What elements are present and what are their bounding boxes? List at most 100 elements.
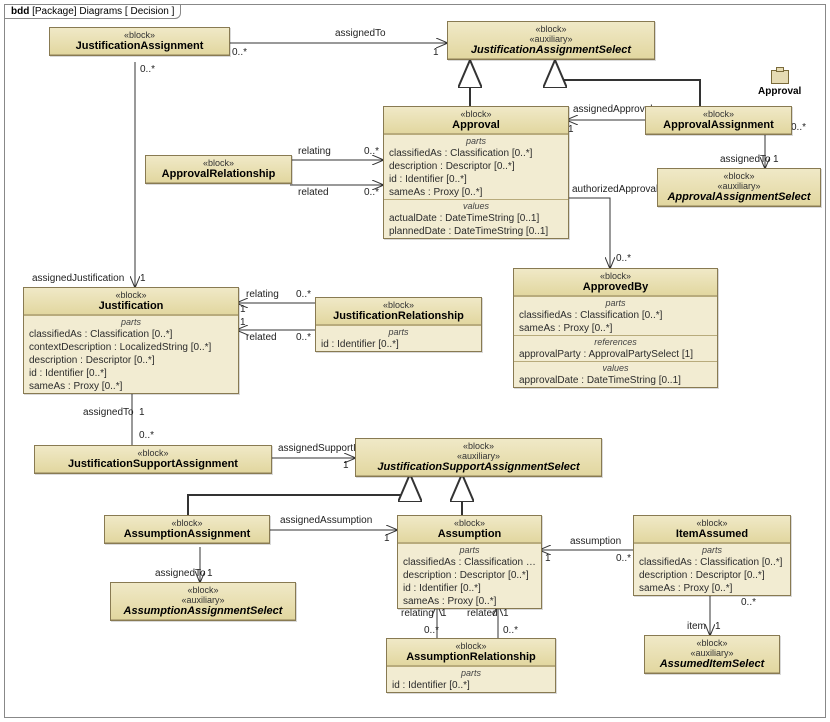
block-approved-by: «block»ApprovedBy parts classifiedAs : C… [513, 268, 718, 388]
attr: contextDescription : LocalizedString [0.… [24, 341, 238, 354]
mult: 0..* [364, 187, 379, 198]
mult: 1 [343, 460, 349, 471]
mult: 0..* [296, 332, 311, 343]
mult: 0..* [232, 47, 247, 58]
attr: sameAs : Proxy [0..*] [384, 186, 568, 199]
stereotype: «block» [650, 109, 787, 119]
attr: description : Descriptor [0..*] [24, 354, 238, 367]
lbl-related-2: related [246, 332, 277, 343]
attr: classifiedAs : Classification [0..*] [398, 556, 541, 569]
mult: 0..* [139, 430, 154, 441]
mult: 1 [240, 304, 246, 315]
attr: id : Identifier [0..*] [398, 582, 541, 595]
lbl-assignedAssumption: assignedAssumption [280, 515, 372, 526]
block-jsa-select: «block»«auxiliary»JustificationSupportAs… [355, 438, 602, 477]
name: AssumedItemSelect [649, 658, 775, 670]
attr: id : Identifier [0..*] [24, 367, 238, 380]
stereotype: «block» [649, 638, 775, 648]
block-justification-support-assignment: «block»JustificationSupportAssignment [34, 445, 272, 474]
lbl-related-3: related [467, 608, 498, 619]
approval-package-icon: Approval [758, 70, 801, 97]
section-references: references [514, 336, 717, 348]
block-assumption: «block»Assumption parts classifiedAs : C… [397, 515, 542, 609]
mult: 0..* [364, 146, 379, 157]
attr: approvalParty : ApprovalPartySelect [1] [514, 348, 717, 361]
attr: classifiedAs : Classification [0..*] [24, 328, 238, 341]
mult: 0..* [616, 553, 631, 564]
stereotype: «block» [638, 518, 786, 528]
mult: 1 [240, 317, 246, 328]
name: Approval [388, 119, 564, 131]
mult: 1 [140, 273, 146, 284]
section-parts: parts [24, 316, 238, 328]
mult: 1 [545, 553, 551, 564]
mult: 0..* [503, 625, 518, 636]
name: AssumptionAssignmentSelect [115, 605, 291, 617]
attr: classifiedAs : Classification [0..*] [384, 147, 568, 160]
lbl-assignedTo-4: assignedTo [155, 568, 206, 579]
stereotype: «auxiliary» [649, 648, 775, 658]
stereotype: «auxiliary» [115, 595, 291, 605]
stereotype: «block» [150, 158, 287, 168]
frame-scope: [Package] Diagrams [ Decision ] [32, 6, 174, 17]
name: JustificationAssignment [54, 40, 225, 52]
lbl-related: related [298, 187, 329, 198]
attr: sameAs : Proxy [0..*] [634, 582, 790, 595]
block-assumed-item-select: «block»«auxiliary»AssumedItemSelect [644, 635, 780, 674]
name: ItemAssumed [638, 528, 786, 540]
lbl-assignedTo-3: assignedTo [83, 407, 134, 418]
mult: 1 [715, 621, 721, 632]
lbl-assumption: assumption [570, 536, 621, 547]
lbl-assignedTo-2: assignedTo [720, 154, 771, 165]
block-assumption-assignment-select: «block»«auxiliary»AssumptionAssignmentSe… [110, 582, 296, 621]
mult: 0..* [296, 289, 311, 300]
lbl-relating-2: relating [246, 289, 279, 300]
block-justification: «block»Justification parts classifiedAs … [23, 287, 239, 394]
attr: approvalDate : DateTimeString [0..1] [514, 374, 717, 387]
mult: 0..* [741, 597, 756, 608]
mult: 1 [433, 47, 439, 58]
attr: actualDate : DateTimeString [0..1] [384, 212, 568, 225]
lbl-item: item [687, 621, 706, 632]
lbl-authorizedApproval: authorizedApproval [572, 184, 658, 195]
attr: description : Descriptor [0..*] [384, 160, 568, 173]
attr: classifiedAs : Classification [0..*] [514, 309, 717, 322]
section-parts: parts [398, 544, 541, 556]
attr: id : Identifier [0..*] [316, 338, 481, 351]
block-approval-assignment: «block»ApprovalAssignment [645, 106, 792, 135]
attr: description : Descriptor [0..*] [634, 569, 790, 582]
section-parts: parts [514, 297, 717, 309]
section-parts: parts [316, 326, 481, 338]
block-assumption-assignment: «block»AssumptionAssignment [104, 515, 270, 544]
mult: 0..* [616, 253, 631, 264]
name: AssumptionAssignment [109, 528, 265, 540]
mult: 1 [139, 407, 145, 418]
lbl-relating-3: relating [401, 608, 434, 619]
stereotype: «block» [109, 518, 265, 528]
frame-prefix: bdd [11, 6, 29, 17]
lbl-assignedApproval: assignedApproval [573, 104, 653, 115]
stereotype: «auxiliary» [452, 34, 650, 44]
attr: classifiedAs : Classification [0..*] [634, 556, 790, 569]
mult: 1 [773, 154, 779, 165]
stereotype: «block» [320, 300, 477, 310]
name: JustificationRelationship [320, 310, 477, 322]
block-approval-assignment-select: «block»«auxiliary»ApprovalAssignmentSele… [657, 168, 821, 207]
mult: 1 [441, 608, 447, 619]
name: JustificationSupportAssignment [39, 458, 267, 470]
approval-icon-label: Approval [758, 86, 801, 97]
section-parts: parts [634, 544, 790, 556]
name: AssumptionRelationship [391, 651, 551, 663]
lbl-assignedJustification: assignedJustification [32, 273, 124, 284]
mult: 1 [207, 568, 213, 579]
block-justification-assignment: «block»JustificationAssignment [49, 27, 230, 56]
stereotype: «block» [402, 518, 537, 528]
stereotype: «block» [518, 271, 713, 281]
stereotype: «block» [39, 448, 267, 458]
block-assumption-relationship: «block»AssumptionRelationship parts id :… [386, 638, 556, 693]
section-parts: parts [384, 135, 568, 147]
lbl-assignedTo-1: assignedTo [335, 28, 386, 39]
block-approval: «block»Approval parts classifiedAs : Cla… [383, 106, 569, 239]
mult: 1 [384, 533, 390, 544]
name: Assumption [402, 528, 537, 540]
